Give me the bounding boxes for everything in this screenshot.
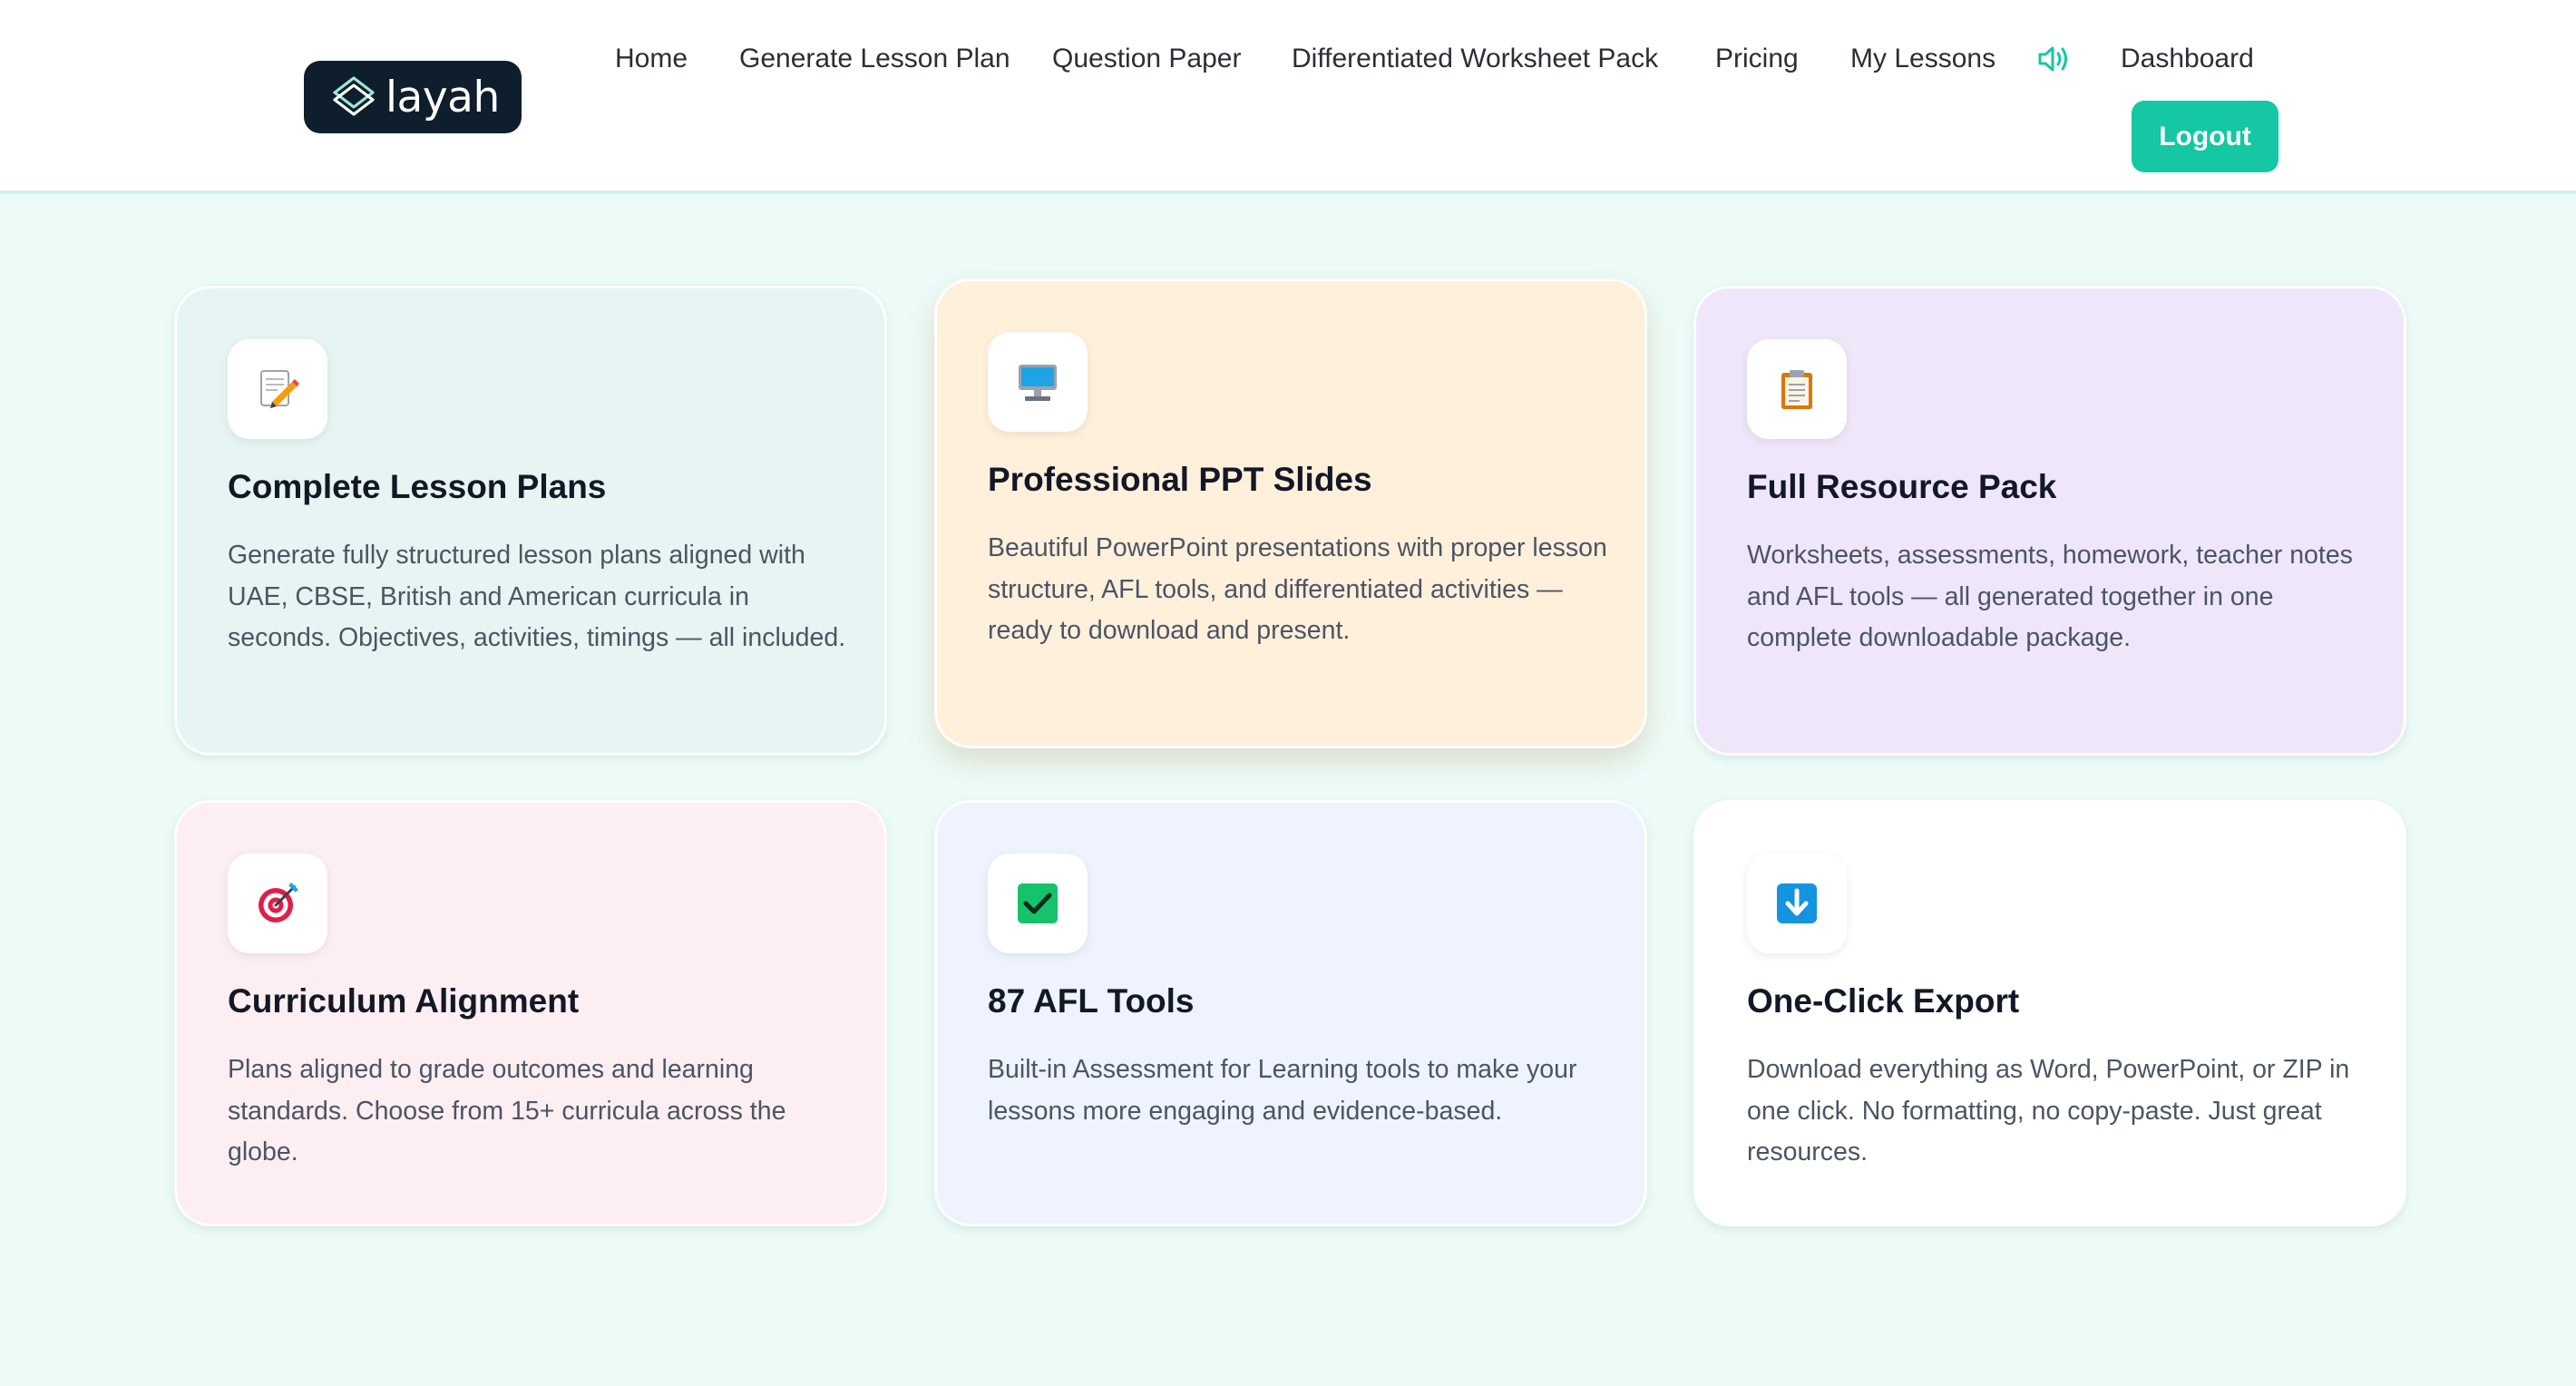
site-header: layah Home Generate Lesson Plan Question… (0, 0, 2576, 194)
desktop-computer-icon (988, 332, 1088, 432)
memo-pencil-icon (228, 339, 327, 439)
brand-logo[interactable]: layah (304, 61, 522, 133)
brand-name: layah (385, 72, 500, 122)
feature-card-afl-tools: 87 AFL Tools Built-in Assessment for Lea… (934, 800, 1647, 1226)
feature-title: Complete Lesson Plans (228, 468, 607, 505)
feature-card-one-click-export: One-Click Export Download everything as … (1693, 800, 2406, 1226)
target-icon (228, 854, 327, 953)
logout-button[interactable]: Logout (2132, 101, 2278, 172)
feature-description: Worksheets, assessments, homework, teach… (1747, 541, 2353, 652)
feature-card-professional-ppt-slides: Professional PPT Slides Beautiful PowerP… (934, 278, 1647, 748)
feature-description: Built-in Assessment for Learning tools t… (988, 1055, 1577, 1126)
clipboard-icon (1747, 339, 1847, 439)
nav-pricing[interactable]: Pricing (1715, 36, 1799, 82)
feature-description: Plans aligned to grade outcomes and lear… (228, 1055, 786, 1166)
feature-title: Full Resource Pack (1747, 468, 2057, 505)
feature-description: Generate fully structured lesson plans a… (228, 541, 846, 652)
feature-title: 87 AFL Tools (988, 982, 1195, 1020)
feature-title: Curriculum Alignment (228, 982, 580, 1020)
nav-question-paper[interactable]: Question Paper (1052, 36, 1241, 82)
nav-generate-lesson-plan[interactable]: Generate Lesson Plan (739, 36, 1010, 82)
download-arrow-icon (1747, 854, 1847, 953)
layers-logo-icon (329, 73, 378, 122)
nav-home[interactable]: Home (615, 36, 688, 82)
speaker-icon[interactable] (2035, 40, 2073, 78)
feature-description: Download everything as Word, PowerPoint,… (1747, 1055, 2350, 1166)
check-box-icon (988, 854, 1088, 953)
feature-card-curriculum-alignment: Curriculum Alignment Plans aligned to gr… (174, 800, 887, 1226)
nav-my-lessons[interactable]: My Lessons (1850, 36, 1995, 82)
feature-title: One-Click Export (1747, 982, 2020, 1020)
feature-description: Beautiful PowerPoint presentations with … (988, 533, 1607, 645)
nav-differentiated-worksheet-pack[interactable]: Differentiated Worksheet Pack (1292, 36, 1658, 82)
feature-card-full-resource-pack: Full Resource Pack Worksheets, assessmen… (1693, 286, 2406, 756)
feature-card-complete-lesson-plans: Complete Lesson Plans Generate fully str… (174, 286, 887, 756)
nav-dashboard[interactable]: Dashboard (2121, 36, 2254, 82)
feature-title: Professional PPT Slides (988, 461, 1372, 498)
